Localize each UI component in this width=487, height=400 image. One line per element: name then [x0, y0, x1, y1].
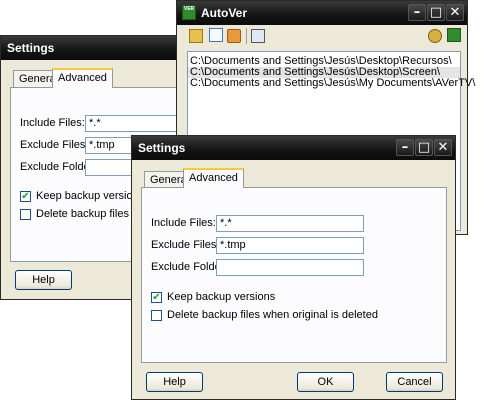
- window-title: AutoVer: [201, 6, 248, 20]
- help-button[interactable]: Help: [146, 372, 203, 392]
- logo-text: VER: [183, 6, 195, 12]
- new-document-icon[interactable]: [209, 28, 223, 42]
- cancel-button[interactable]: Cancel: [386, 372, 443, 392]
- help-button[interactable]: Help: [15, 270, 72, 290]
- include-files-input[interactable]: *.*: [216, 215, 364, 232]
- folder-open-icon[interactable]: [189, 29, 203, 43]
- window-title: Settings: [138, 141, 186, 155]
- delete-backup-label: Delete backup files when original is del…: [167, 309, 378, 321]
- exclude-files-label: Exclude Files:: [20, 139, 89, 151]
- close-icon[interactable]: ✕: [446, 4, 464, 21]
- keep-backup-label: Keep backup versions: [167, 291, 276, 303]
- ok-button[interactable]: OK: [297, 372, 354, 392]
- tab-advanced[interactable]: Advanced: [52, 68, 113, 88]
- list-item[interactable]: C:\Documents and Settings\Jesús\My Docum…: [188, 78, 475, 89]
- window-controls: – □ ✕: [408, 4, 464, 21]
- autover-logo-icon: VER: [182, 5, 196, 20]
- tab-label: Advanced: [58, 72, 107, 84]
- minimize-icon[interactable]: –: [396, 139, 414, 156]
- window-title: Settings: [7, 41, 55, 55]
- edit-icon[interactable]: [227, 29, 241, 43]
- search-icon[interactable]: [251, 29, 265, 43]
- maximize-icon[interactable]: □: [415, 139, 433, 156]
- delete-backup-checkbox[interactable]: [151, 310, 162, 321]
- minimize-icon[interactable]: –: [408, 4, 426, 21]
- gear-icon[interactable]: [428, 29, 442, 43]
- keep-backup-checkbox[interactable]: ✔: [151, 292, 162, 303]
- autover-titlebar[interactable]: VER AutoVer – □ ✕: [177, 1, 467, 25]
- settings-titlebar[interactable]: Settings – □ ✕: [132, 136, 455, 160]
- toolbar-separator: [246, 28, 247, 44]
- maximize-icon[interactable]: □: [427, 4, 445, 21]
- settings-window: Settings – □ ✕ General Advanced Include …: [131, 135, 456, 400]
- tab-advanced[interactable]: Advanced: [183, 168, 244, 188]
- include-files-label: Include Files:: [20, 117, 85, 129]
- keep-backup-label: Keep backup versions: [36, 190, 145, 202]
- back-settings-titlebar[interactable]: Settings: [1, 36, 182, 60]
- advanced-panel: Include Files: *.* Exclude Files: *.tmp …: [141, 187, 447, 363]
- exclude-files-label: Exclude Files:: [151, 239, 220, 251]
- tab-label: Advanced: [189, 172, 238, 184]
- autover-toolbar: [177, 25, 467, 47]
- include-files-label: Include Files:: [151, 217, 216, 229]
- autover-toolbar-logo-icon[interactable]: [447, 28, 461, 42]
- window-controls: – □ ✕: [396, 139, 452, 156]
- exclude-files-input[interactable]: *.tmp: [216, 237, 364, 254]
- exclude-folders-input[interactable]: [216, 259, 364, 276]
- keep-backup-checkbox[interactable]: ✔: [20, 191, 31, 202]
- delete-backup-checkbox[interactable]: [20, 209, 31, 220]
- close-icon[interactable]: ✕: [434, 139, 452, 156]
